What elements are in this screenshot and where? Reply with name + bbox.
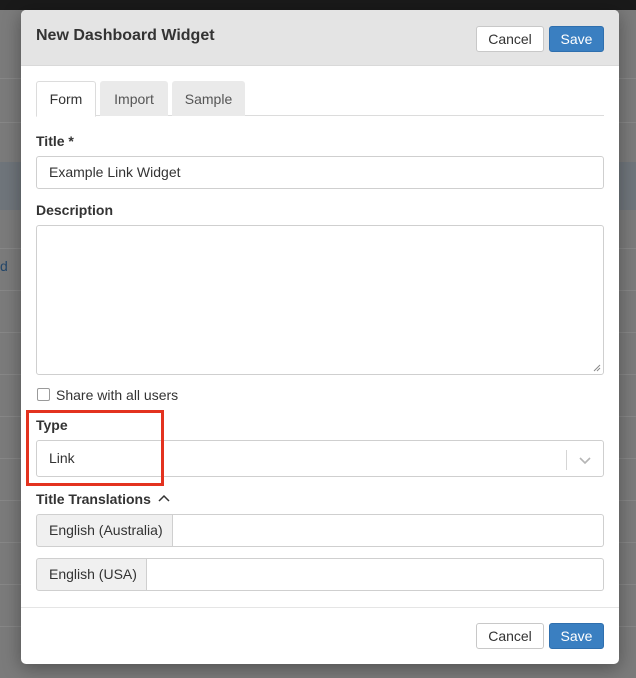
title-label: Title * xyxy=(36,133,74,149)
footer-save-button[interactable]: Save xyxy=(549,623,604,649)
new-widget-dialog: New Dashboard Widget Cancel Save Form Im… xyxy=(21,10,619,664)
description-label: Description xyxy=(36,202,114,218)
title-input[interactable]: Example Link Widget xyxy=(36,156,604,189)
share-checkbox[interactable] xyxy=(37,388,50,401)
footer-divider xyxy=(21,607,619,608)
translation-language-addon: English (Australia) xyxy=(36,514,173,547)
chevron-up-icon[interactable] xyxy=(157,492,171,504)
tab-sample[interactable]: Sample xyxy=(172,81,245,116)
background-topbar xyxy=(0,0,636,10)
header-save-button[interactable]: Save xyxy=(549,26,604,52)
description-textarea[interactable] xyxy=(36,225,604,375)
tab-form[interactable]: Form xyxy=(36,81,96,117)
type-select-separator xyxy=(566,450,567,470)
translations-label: Title Translations xyxy=(36,491,151,507)
tab-import[interactable]: Import xyxy=(100,81,168,116)
resize-grip-icon[interactable] xyxy=(593,364,601,372)
type-highlight-box xyxy=(26,410,164,486)
dialog-header: New Dashboard Widget Cancel Save xyxy=(21,10,619,66)
translation-language-addon: English (USA) xyxy=(36,558,147,591)
dialog-title: New Dashboard Widget xyxy=(36,27,215,44)
form-tabs: Form Import Sample xyxy=(36,81,604,117)
translation-input-australia[interactable] xyxy=(173,514,604,547)
translation-input-usa[interactable] xyxy=(147,558,604,591)
chevron-down-icon[interactable] xyxy=(578,453,592,467)
header-cancel-button[interactable]: Cancel xyxy=(476,26,544,52)
background-link-fragment: d xyxy=(0,258,8,274)
share-label: Share with all users xyxy=(56,387,179,403)
footer-cancel-button[interactable]: Cancel xyxy=(476,623,544,649)
